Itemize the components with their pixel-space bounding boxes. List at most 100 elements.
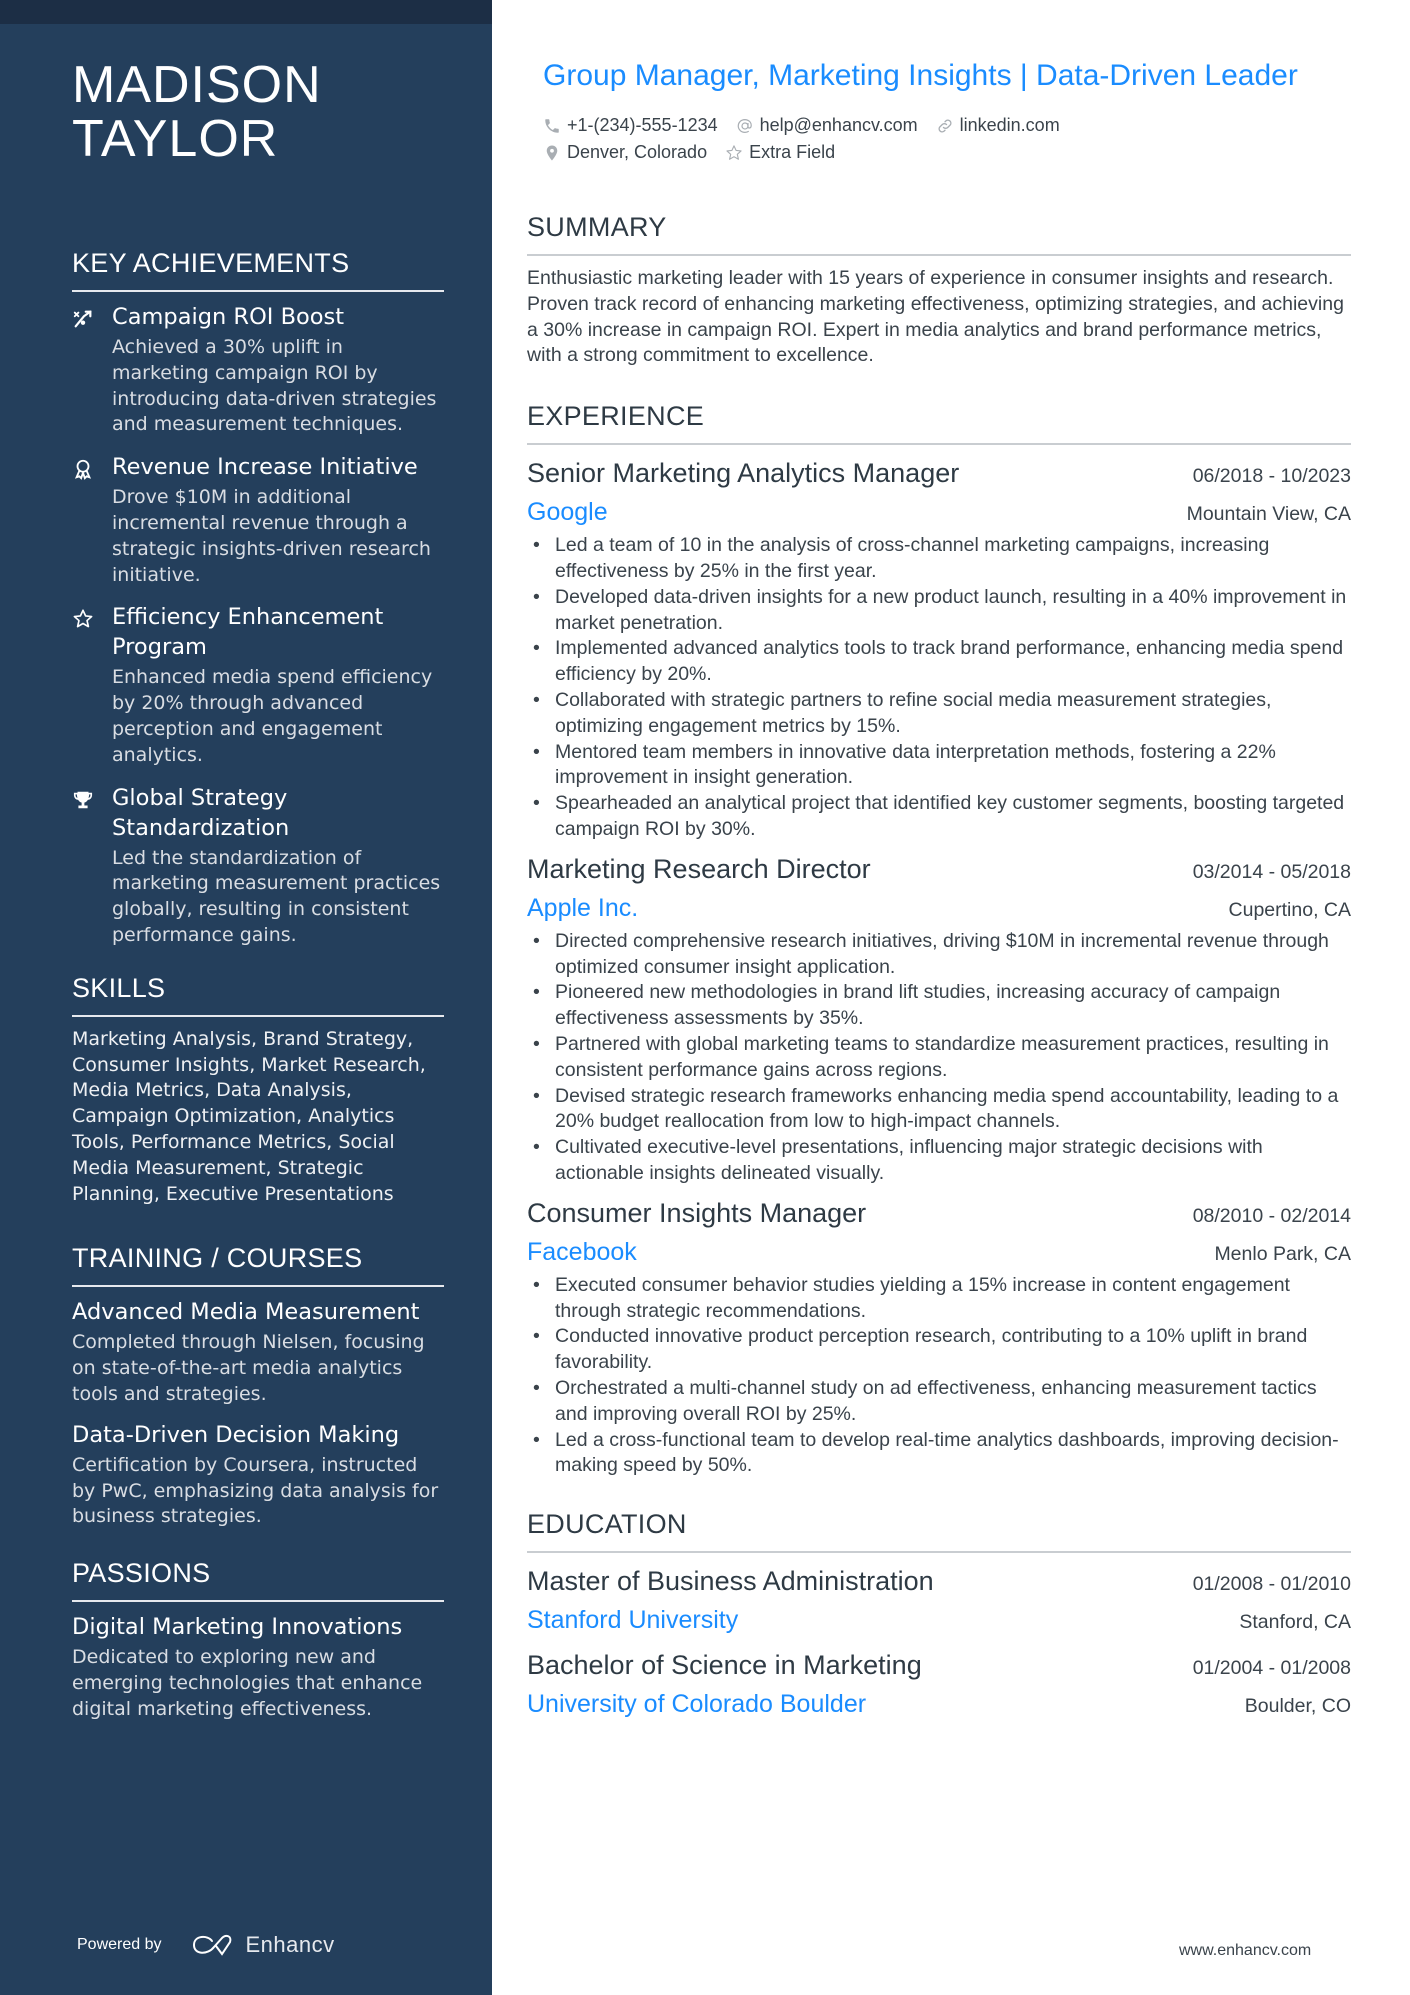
divider [72, 1600, 444, 1603]
achievement-title: Global Strategy Standardization [112, 784, 290, 841]
achievement-title: Campaign ROI Boost [112, 304, 345, 330]
passions-heading: PASSIONS [72, 1558, 211, 1589]
achievements-heading: KEY ACHIEVEMENTS [72, 248, 350, 278]
name-first: MADISON [72, 56, 322, 114]
contact-email[interactable]: help@enhancv.com [736, 115, 918, 136]
chart-line-icon [72, 302, 112, 438]
degree-title: Master of Business Administration [527, 1566, 934, 1597]
trophy-icon [72, 783, 112, 949]
bullet-item: Cultivated executive-level presentations… [527, 1135, 1351, 1187]
summary-section: SUMMARY Enthusiastic marketing leader wi… [527, 210, 1351, 369]
enhancv-logo[interactable]: Enhancv [190, 1932, 335, 1958]
bullet-item: Led a team of 10 in the analysis of cros… [527, 533, 1351, 585]
degree-title: Bachelor of Science in Marketing [527, 1650, 922, 1681]
phone-icon [545, 118, 559, 133]
education-entry: Bachelor of Science in Marketing 01/2004… [527, 1647, 1351, 1721]
bullet-item: Collaborated with strategic partners to … [527, 688, 1351, 740]
email-address[interactable]: help@enhancv.com [760, 115, 918, 136]
divider [527, 1551, 1351, 1554]
job-company: Google [527, 498, 608, 527]
bullet-item: Implemented advanced analytics tools to … [527, 636, 1351, 688]
sidebar-top-band [0, 0, 492, 24]
contact-link[interactable]: linkedin.com [936, 115, 1060, 136]
bullet-item: Pioneered new methodologies in brand lif… [527, 980, 1351, 1032]
extra-field-text: Extra Field [749, 142, 836, 162]
passions-section: PASSIONS Digital Marketing Innovations D… [72, 1556, 444, 1722]
passion-desc: Dedicated to exploring new and emerging … [72, 1646, 423, 1720]
job-location: Menlo Park, CA [1214, 1242, 1351, 1265]
job-title: Senior Marketing Analytics Manager [527, 458, 960, 489]
powered-by-label: Powered by [77, 1936, 162, 1953]
achievement-desc: Enhanced media spend efficiency by 20% t… [112, 666, 433, 766]
phone-number: +1-(234)-555-1234 [567, 115, 718, 135]
training-heading: TRAINING / COURSES [72, 1243, 363, 1274]
job-title: Consumer Insights Manager [527, 1197, 867, 1228]
achievement-item: Efficiency Enhancement Program Enhanced … [72, 602, 444, 768]
bullet-item: Executed consumer behavior studies yield… [527, 1273, 1351, 1325]
award-ribbon-icon [72, 452, 112, 588]
experience-section: EXPERIENCE Senior Marketing Analytics Ma… [527, 399, 1351, 1479]
job-dates: 08/2010 - 02/2014 [1192, 1204, 1351, 1227]
job-dates: 03/2014 - 05/2018 [1192, 860, 1351, 883]
divider [527, 443, 1351, 446]
contact-location: Denver, Colorado [543, 142, 707, 163]
job-company: Apple Inc. [527, 893, 639, 922]
contact-extra: Extra Field [725, 142, 835, 163]
job-bullets: Executed consumer behavior studies yield… [527, 1273, 1351, 1479]
link-icon [938, 119, 952, 132]
course-title: Data-Driven Decision Making [72, 1421, 400, 1448]
divider [72, 290, 444, 292]
course-item: Data-Driven Decision Making Certificatio… [72, 1420, 444, 1530]
star-icon [72, 602, 112, 768]
divider [72, 1014, 444, 1017]
star-outline-icon [726, 144, 742, 160]
footer-url[interactable]: www.enhancv.com [1179, 1942, 1311, 1960]
candidate-name: MADISON TAYLOR [72, 58, 444, 166]
course-title: Advanced Media Measurement [72, 1299, 420, 1326]
job-company: Facebook [527, 1237, 637, 1266]
divider [72, 1285, 444, 1288]
passion-item: Digital Marketing Innovations Dedicated … [72, 1612, 444, 1722]
bullet-item: Orchestrated a multi-channel study on ad… [527, 1376, 1351, 1428]
achievement-title: Efficiency Enhancement Program [112, 604, 384, 661]
name-last: TAYLOR [72, 110, 279, 168]
experience-heading: EXPERIENCE [527, 401, 705, 432]
achievement-desc: Led the standardization of marketing mea… [112, 846, 441, 946]
summary-heading: SUMMARY [527, 212, 667, 242]
school-name: Stanford University [527, 1606, 739, 1635]
linkedin-url[interactable]: linkedin.com [960, 115, 1060, 136]
job-dates: 06/2018 - 10/2023 [1192, 465, 1351, 488]
bullet-item: Spearheaded an analytical project that i… [527, 791, 1351, 843]
school-name: University of Colorado Boulder [527, 1690, 867, 1719]
powered-by: Powered by Enhancv [77, 1932, 335, 1958]
achievement-item: Global Strategy Standardization Led the … [72, 783, 444, 949]
achievement-desc: Drove $10M in additional incremental rev… [112, 486, 431, 586]
bullet-item: Partnered with global marketing teams to… [527, 1032, 1351, 1084]
skills-heading: SKILLS [72, 972, 166, 1003]
bullet-item: Conducted innovative product perception … [527, 1324, 1351, 1376]
skills-section: SKILLS Marketing Analysis, Brand Strateg… [72, 971, 444, 1208]
course-item: Advanced Media Measurement Completed thr… [72, 1297, 444, 1407]
contact-phone: +1-(234)-555-1234 [543, 115, 718, 136]
bullet-item: Mentored team members in innovative data… [527, 740, 1351, 792]
school-location: Boulder, CO [1244, 1695, 1351, 1718]
training-section: TRAINING / COURSES Advanced Media Measur… [72, 1241, 444, 1530]
sidebar: MADISON TAYLOR KEY ACHIEVEMENTS Campaign… [0, 0, 492, 1995]
divider [527, 254, 1351, 256]
contact-info: +1-(234)-555-1234 help@enhancv.com linke… [543, 112, 1351, 166]
education-section: EDUCATION Master of Business Administrat… [527, 1507, 1351, 1721]
education-dates: 01/2004 - 01/2008 [1192, 1657, 1351, 1680]
main-content: Group Manager, Marketing Insights | Data… [527, 58, 1351, 1731]
course-desc: Certification by Coursera, instructed by… [72, 1453, 439, 1528]
bullet-item: Directed comprehensive research initiati… [527, 929, 1351, 981]
map-pin-icon [546, 145, 558, 160]
location-text: Denver, Colorado [567, 142, 708, 162]
bullet-item: Devised strategic research frameworks en… [527, 1084, 1351, 1136]
job-location: Cupertino, CA [1228, 898, 1351, 921]
achievement-item: Campaign ROI Boost Achieved a 30% uplift… [72, 302, 444, 438]
headline-title: Group Manager, Marketing Insights | Data… [543, 59, 1298, 92]
job-bullets: Led a team of 10 in the analysis of cros… [527, 533, 1351, 843]
summary-text: Enthusiastic marketing leader with 15 ye… [527, 267, 1344, 367]
education-heading: EDUCATION [527, 1509, 687, 1540]
job-entry: Marketing Research Director 03/2014 - 05… [527, 851, 1351, 1187]
